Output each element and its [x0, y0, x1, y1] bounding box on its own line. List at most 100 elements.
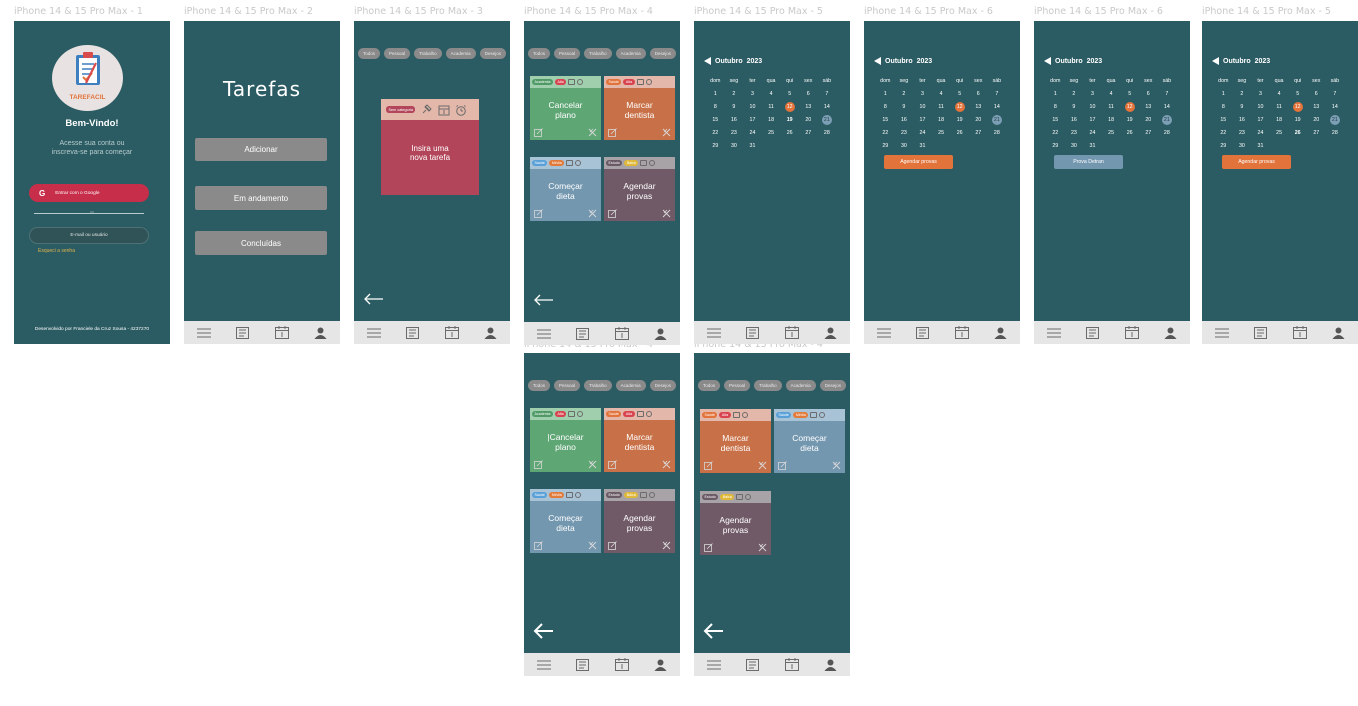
category-chip[interactable]: Todos	[698, 380, 721, 391]
profile-icon[interactable]	[824, 327, 837, 339]
calendar-day[interactable]: 24	[913, 128, 932, 138]
edit-icon[interactable]	[534, 128, 543, 137]
priority-tag[interactable]: Baixa	[624, 492, 639, 498]
calendar-day[interactable]: 25	[762, 128, 781, 138]
delete-icon[interactable]	[588, 460, 597, 469]
delete-icon[interactable]	[832, 461, 841, 470]
calendar-day[interactable]: 17	[1251, 115, 1270, 125]
task-card[interactable]: Saúde Alta Marcar dentista	[604, 76, 675, 140]
calendar-day[interactable]: 27	[1139, 128, 1158, 138]
calendar-day[interactable]: 24	[1251, 128, 1270, 138]
calendar-day[interactable]: 11	[1102, 102, 1121, 112]
event-button[interactable]: Agendar provas	[884, 155, 953, 169]
calendar-day[interactable]: 23	[1065, 128, 1084, 138]
profile-icon[interactable]	[654, 659, 667, 671]
done-button[interactable]: Concluídas	[195, 231, 327, 255]
calendar-day[interactable]: 20	[1139, 115, 1158, 125]
calendar-day[interactable]: 3	[1251, 89, 1270, 99]
calendar-day[interactable]: 9	[1065, 102, 1084, 112]
calendar-day[interactable]: 11	[762, 102, 781, 112]
calendar-day[interactable]: 6	[1307, 89, 1326, 99]
calendar-day[interactable]: 20	[969, 115, 988, 125]
category-tag[interactable]: Saúde	[606, 79, 622, 85]
category-chip[interactable]: Trabalho	[584, 380, 612, 391]
calendar-day[interactable]: 21	[818, 114, 837, 125]
alarm-icon[interactable]	[577, 411, 584, 417]
category-chip[interactable]: Pessoal	[554, 380, 581, 391]
menu-icon[interactable]	[706, 660, 721, 670]
calendar-day[interactable]: 12	[1120, 101, 1139, 112]
calendar-day[interactable]: 8	[876, 102, 895, 112]
calendar-day[interactable]: 6	[1139, 89, 1158, 99]
calendar-day[interactable]: 29	[1046, 141, 1065, 151]
profile-icon[interactable]	[314, 327, 327, 339]
priority-tag[interactable]: Média	[793, 412, 809, 418]
category-tag[interactable]: Estudo	[606, 160, 623, 166]
calendar-day[interactable]: 26	[1120, 128, 1139, 138]
calendar-day[interactable]: 20	[799, 115, 818, 125]
calendar-day[interactable]: 29	[706, 141, 725, 151]
alarm-icon[interactable]	[649, 492, 656, 498]
calendar-day[interactable]: 4	[762, 89, 781, 99]
calendar-day[interactable]: 15	[876, 115, 895, 125]
category-tag[interactable]: Estudo	[702, 494, 719, 500]
menu-icon[interactable]	[1046, 328, 1061, 338]
alarm-icon[interactable]	[819, 412, 826, 418]
calendar-day[interactable]: 2	[725, 89, 744, 99]
calendar-day[interactable]: 17	[743, 115, 762, 125]
task-list-icon[interactable]	[746, 658, 760, 671]
calendar-day[interactable]: 26	[780, 128, 799, 138]
menu-icon[interactable]	[366, 328, 381, 338]
delete-icon[interactable]	[758, 461, 767, 470]
back-arrow-icon[interactable]	[703, 623, 725, 639]
calendar-day[interactable]: 3	[913, 89, 932, 99]
event-button[interactable]: Prova Detran	[1054, 155, 1123, 169]
calendar-day[interactable]: 3	[1083, 89, 1102, 99]
category-tag[interactable]: Estudo	[606, 492, 623, 498]
calendar-nav-icon[interactable]	[1292, 326, 1307, 339]
menu-icon[interactable]	[536, 329, 551, 339]
calendar-icon[interactable]	[640, 492, 648, 498]
forgot-password-link[interactable]: Esqueci a senha	[38, 248, 75, 254]
calendar-day[interactable]: 4	[932, 89, 951, 99]
calendar-day[interactable]: 21	[1326, 114, 1345, 125]
back-arrow-icon[interactable]	[533, 294, 555, 306]
calendar-day[interactable]: 9	[1233, 102, 1252, 112]
calendar-day[interactable]: 14	[1158, 102, 1177, 112]
calendar-day[interactable]: 6	[799, 89, 818, 99]
calendar-day[interactable]: 16	[1065, 115, 1084, 125]
calendar-day[interactable]: 27	[1307, 128, 1326, 138]
task-title[interactable]: Cancelar plano	[530, 100, 601, 120]
calendar-day[interactable]: 9	[895, 102, 914, 112]
delete-icon[interactable]	[758, 543, 767, 552]
calendar-day[interactable]: 31	[743, 141, 762, 151]
calendar-day[interactable]: 6	[969, 89, 988, 99]
calendar-icon[interactable]	[438, 104, 450, 116]
delete-icon[interactable]	[662, 128, 671, 137]
category-chip[interactable]: Trabalho	[754, 380, 782, 391]
calendar-day[interactable]: 25	[1102, 128, 1121, 138]
calendar-day[interactable]: 8	[706, 102, 725, 112]
calendar-day[interactable]: 22	[706, 128, 725, 138]
edit-icon[interactable]	[704, 461, 713, 470]
task-card[interactable]: Saúde Média Começar dieta	[774, 409, 845, 473]
profile-icon[interactable]	[654, 328, 667, 340]
calendar-day[interactable]: 30	[1065, 141, 1084, 151]
task-card[interactable]: Estudo Baixa Agendar provas	[700, 491, 771, 555]
alarm-icon[interactable]	[455, 104, 467, 116]
category-chip[interactable]: Desejos	[649, 48, 676, 59]
calendar-day[interactable]: 19	[780, 115, 799, 125]
task-title[interactable]: Começar dieta	[774, 433, 845, 453]
delete-icon[interactable]	[588, 541, 597, 550]
calendar-icon[interactable]	[566, 160, 574, 166]
calendar-icon[interactable]	[566, 492, 574, 498]
category-chip[interactable]: Todos	[358, 48, 381, 59]
calendar-day[interactable]: 11	[932, 102, 951, 112]
task-list-icon[interactable]	[576, 327, 590, 340]
calendar-day[interactable]: 31	[1251, 141, 1270, 151]
category-tag[interactable]: Academia	[532, 79, 553, 85]
priority-tag[interactable]: Alta	[719, 412, 731, 418]
calendar-day[interactable]: 24	[1083, 128, 1102, 138]
profile-icon[interactable]	[824, 659, 837, 671]
calendar-day[interactable]: 10	[1083, 102, 1102, 112]
